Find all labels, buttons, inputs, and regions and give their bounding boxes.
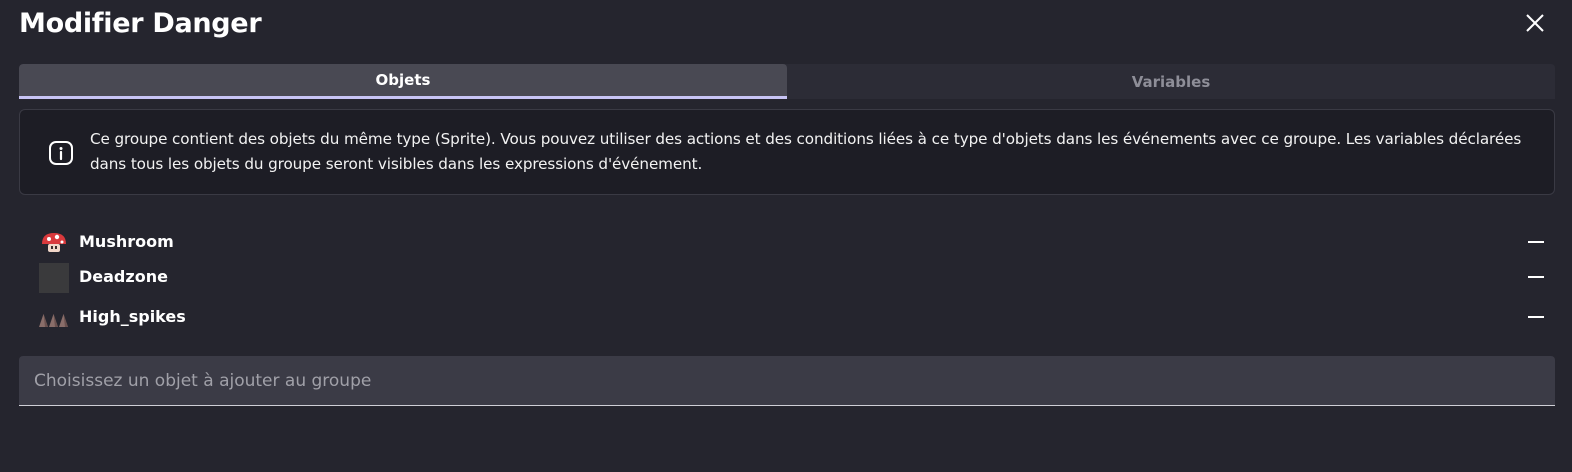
spikes-icon xyxy=(38,302,70,334)
tab-bar: Objets Variables xyxy=(19,64,1555,99)
tab-objets[interactable]: Objets xyxy=(19,64,787,99)
info-text: Ce groupe contient des objets du même ty… xyxy=(90,130,1522,173)
remove-icon[interactable] xyxy=(1525,306,1547,328)
dialog-title: Modifier Danger xyxy=(19,8,262,39)
info-icon xyxy=(48,140,74,166)
deadzone-icon xyxy=(38,262,70,294)
mushroom-icon xyxy=(38,227,70,259)
list-item[interactable]: Mushroom xyxy=(38,227,1548,259)
list-item[interactable]: High_spikes xyxy=(38,302,1548,334)
remove-icon[interactable] xyxy=(1525,266,1547,288)
remove-icon[interactable] xyxy=(1525,231,1547,253)
object-name: High_spikes xyxy=(79,307,186,326)
object-name: Deadzone xyxy=(79,267,168,286)
tab-variables[interactable]: Variables xyxy=(787,64,1555,99)
add-object-field xyxy=(19,356,1555,406)
list-item[interactable]: Deadzone xyxy=(38,262,1548,294)
object-name: Mushroom xyxy=(79,232,174,251)
info-box: Ce groupe contient des objets du même ty… xyxy=(19,109,1555,195)
close-icon[interactable] xyxy=(1521,9,1549,37)
add-object-input[interactable] xyxy=(19,356,1555,405)
